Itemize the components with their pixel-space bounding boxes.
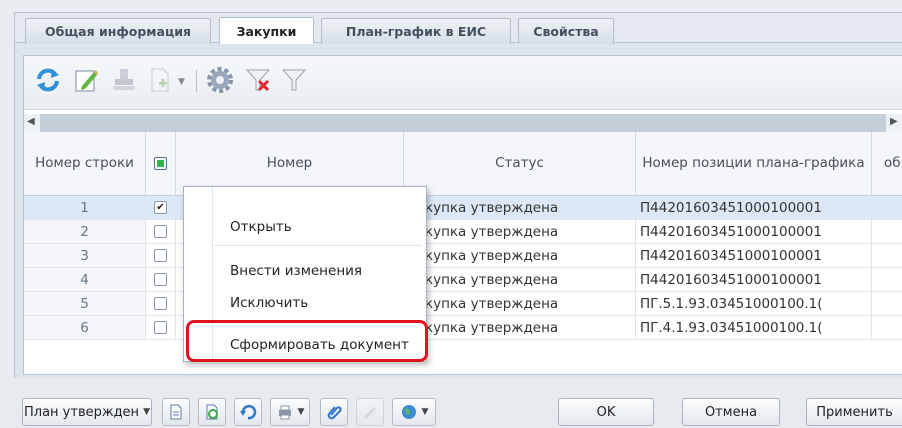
row-status: Закупка утверждена [404, 316, 636, 340]
tab-bar: Общая информация Закупки План-график в Е… [15, 13, 902, 44]
row-checkbox[interactable] [154, 249, 167, 262]
row-number: 2 [24, 220, 146, 244]
table-row[interactable]: 3 1 Закупка утверждена П4420160345100010… [24, 244, 902, 268]
table-row[interactable]: 6 9653 Закупка утверждена ПГ.4.1.93.0345… [24, 316, 902, 340]
row-number: 5 [24, 292, 146, 316]
menu-item-generate-document[interactable]: Сформировать документ [230, 337, 409, 353]
menu-separator [214, 245, 422, 246]
row-checkbox[interactable] [154, 321, 167, 334]
row-checkbox-cell[interactable] [146, 292, 176, 316]
scrollbar-thumb[interactable] [40, 114, 886, 132]
row-extra [872, 292, 902, 316]
document-window: Общая информация Закупки План-график в Е… [14, 12, 902, 428]
select-all-checkbox[interactable] [154, 157, 167, 170]
row-extra [872, 244, 902, 268]
menu-separator [214, 321, 422, 322]
row-extra [872, 268, 902, 292]
menu-item-exclude[interactable]: Исключить [230, 295, 308, 311]
column-header-status[interactable]: Статус [404, 132, 636, 196]
row-checkbox-cell[interactable]: ✔ [146, 196, 176, 220]
tab-general-info[interactable]: Общая информация [25, 18, 211, 44]
row-status: Закупка утверждена [404, 268, 636, 292]
row-checkbox-cell[interactable] [146, 244, 176, 268]
row-plan-position: П44201603451000100001 [636, 196, 872, 220]
row-context-menu: Открыть Внести изменения Исключить Сформ… [183, 186, 427, 362]
menu-item-open[interactable]: Открыть [230, 219, 292, 235]
row-plan-position: П44201603451000100001 [636, 268, 872, 292]
row-extra [872, 196, 902, 220]
row-number: 4 [24, 268, 146, 292]
row-number: 1 [24, 196, 146, 220]
row-plan-position: П44201603451000100001 [636, 220, 872, 244]
undo-icon[interactable] [234, 398, 262, 426]
column-header-row-number[interactable]: Номер строки [24, 132, 146, 196]
table-row[interactable]: 2 9 Закупка утверждена П4420160345100010… [24, 220, 902, 244]
row-checkbox-cell[interactable] [146, 316, 176, 340]
grid-toolbar: ▼ [24, 56, 902, 110]
print-dropdown[interactable]: ▼ [270, 398, 310, 426]
row-checkbox[interactable] [154, 273, 167, 286]
chevron-down-icon: ▼ [297, 407, 305, 417]
tab-plan-schedule-eis[interactable]: План-график в ЕИС [321, 18, 511, 44]
row-checkbox-cell[interactable] [146, 220, 176, 244]
row-plan-position: П44201603451000100001 [636, 244, 872, 268]
refresh-icon[interactable] [32, 64, 64, 96]
row-checkbox[interactable] [154, 297, 167, 310]
menu-item-edit[interactable]: Внести изменения [230, 263, 362, 279]
clear-filter-icon[interactable] [242, 64, 274, 96]
dropdown-arrow-icon[interactable]: ▼ [178, 77, 185, 87]
document-icon[interactable] [162, 398, 190, 426]
chevron-down-icon: ▼ [421, 407, 429, 417]
row-status: Закупка утверждена [404, 244, 636, 268]
settings-icon[interactable] [204, 64, 236, 96]
row-status: Закупка утверждена [404, 196, 636, 220]
horizontal-scrollbar[interactable]: ◀ ▶ [24, 114, 902, 132]
purchases-panel: ▼ ◀ ▶ Номер строки Номер Статус Номер по… [23, 55, 902, 375]
toolbar-separator [196, 70, 197, 92]
signature-icon[interactable] [356, 398, 384, 426]
column-header-select-all[interactable] [146, 132, 176, 196]
row-plan-position: ПГ.5.1.93.03451000100.1( [636, 292, 872, 316]
row-number: 6 [24, 316, 146, 340]
row-number: 3 [24, 244, 146, 268]
row-checkbox-cell[interactable] [146, 268, 176, 292]
row-extra [872, 316, 902, 340]
column-header-extra[interactable]: об [872, 132, 902, 196]
table-row[interactable]: 1 ✔ 59405 Закупка утверждена П4420160345… [24, 196, 902, 220]
attachment-icon[interactable] [320, 398, 348, 426]
add-document-icon[interactable] [144, 64, 176, 96]
refresh-document-icon[interactable] [198, 398, 226, 426]
ok-button[interactable]: OK [558, 398, 654, 426]
row-extra [872, 220, 902, 244]
row-plan-position: ПГ.4.1.93.03451000100.1( [636, 316, 872, 340]
apply-button[interactable]: Применить [806, 398, 902, 426]
edit-icon[interactable] [70, 64, 102, 96]
stamp-icon[interactable] [108, 64, 140, 96]
row-status: Закупка утверждена [404, 292, 636, 316]
filter-icon[interactable] [278, 64, 310, 96]
chevron-down-icon: ▼ [143, 407, 150, 417]
scroll-right-icon[interactable]: ▶ [890, 116, 898, 127]
tab-properties[interactable]: Свойства [518, 18, 614, 44]
column-header-plan-position[interactable]: Номер позиции плана-графика [636, 132, 872, 196]
row-status: Закупка утверждена [404, 220, 636, 244]
globe-dropdown[interactable]: ▼ [392, 398, 436, 426]
context-menu-icon-gutter [212, 187, 213, 361]
scroll-left-icon[interactable]: ◀ [27, 116, 35, 127]
bottom-action-bar: План утвержден ▼ ▼ ▼ OK Отмена Применить [0, 378, 902, 428]
row-checkbox-checked[interactable]: ✔ [154, 201, 167, 214]
plan-status-dropdown[interactable]: План утвержден ▼ [22, 398, 152, 426]
table-row[interactable]: 4 1 Закупка утверждена П4420160345100010… [24, 268, 902, 292]
row-checkbox[interactable] [154, 225, 167, 238]
table-row[interactable]: 5 9 Закупка утверждена ПГ.5.1.93.0345100… [24, 292, 902, 316]
tab-purchases[interactable]: Закупки [219, 17, 314, 44]
cancel-button[interactable]: Отмена [682, 398, 780, 426]
